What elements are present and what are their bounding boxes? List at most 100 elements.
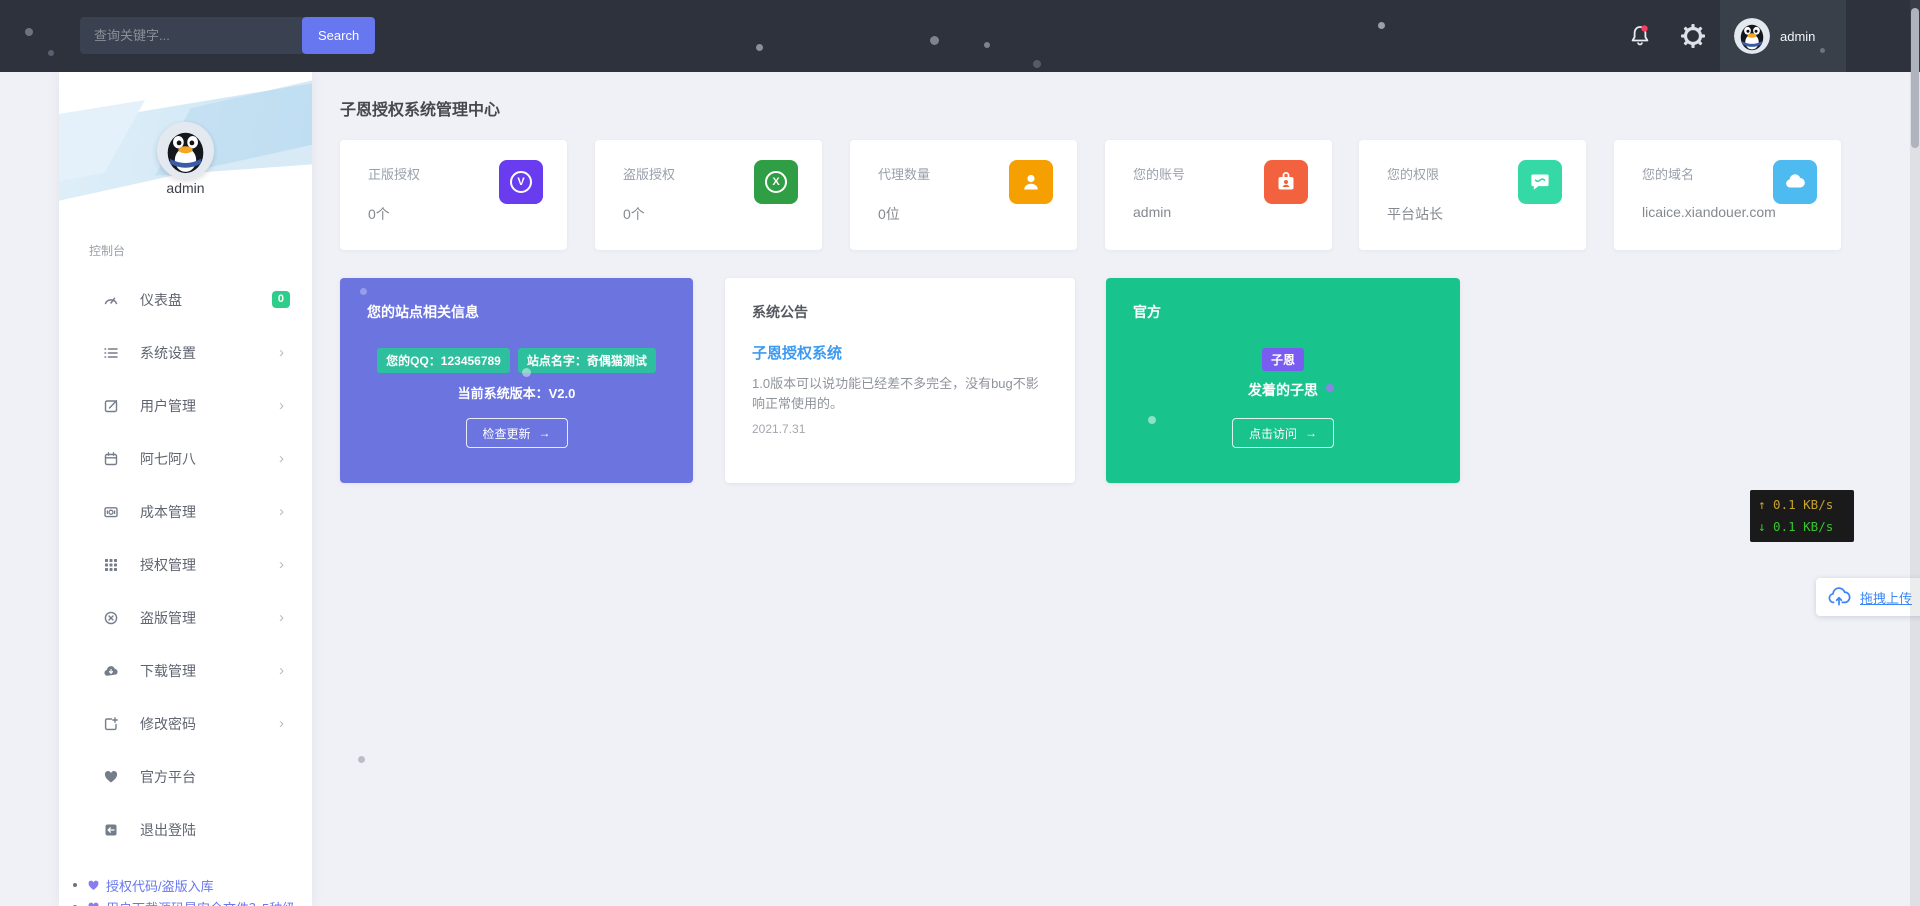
chat-bubble-icon [1518,160,1562,204]
particle-dot [756,44,763,51]
sidebar-item-change-password[interactable]: 修改密码 [59,697,312,750]
particle-dot [1378,22,1385,29]
visit-button[interactable]: 点击访问 → [1232,418,1334,448]
sidebar-item-label: 修改密码 [140,714,196,734]
bell-icon[interactable] [1627,23,1653,49]
search-input[interactable] [80,17,304,54]
stat-value: 平台站长 [1387,204,1443,224]
stat-label: 您的域名 [1642,164,1694,183]
announcement-link[interactable]: 子恩授权系统 [752,342,842,363]
particle-dot [48,50,54,56]
particle-dot [1820,48,1825,53]
sidebar-username: admin [59,180,312,196]
sidebar-item-license-management[interactable]: 授权管理 [59,538,312,591]
sidebar-item-logout[interactable]: 退出登陆 [59,803,312,856]
check-update-button[interactable]: 检查更新 → [465,418,567,448]
stat-value: admin [1133,204,1171,220]
arrow-right-icon: → [539,426,551,440]
sidebar: admin 控制台 仪表盘 0 系统设置 用户管理 阿七阿八 成本管理 [59,72,312,906]
sidebar-item-label: 用户管理 [140,396,196,416]
announcement-body: 1.0版本可以说功能已经差不多完全，没有bug不影响正常使用的。 [752,374,1050,414]
stat-value: 0个 [623,204,645,224]
chevron-right-icon [279,345,284,360]
particle-dot [984,42,990,48]
qq-penguin-avatar-large[interactable] [157,122,214,179]
drag-upload-widget[interactable]: 拖拽上传 [1816,578,1920,616]
stat-label: 您的权限 [1387,164,1439,183]
upload-speed: ↑ 0.1 KB/s [1758,494,1854,516]
banknote-icon [103,504,119,520]
cloud-icon [1773,160,1817,204]
stat-card-pirated-license: 盗版授权 0个 X [595,140,822,250]
network-speed-overlay: ↑ 0.1 KB/s ↓ 0.1 KB/s [1750,490,1854,542]
gear-icon[interactable] [1680,23,1706,49]
download-speed: ↓ 0.1 KB/s [1758,516,1854,538]
gauge-icon [103,292,119,308]
official-subtitle: 发着的子思 [1106,380,1460,400]
announcement-card: 系统公告 子恩授权系统 1.0版本可以说功能已经差不多完全，没有bug不影响正常… [725,278,1075,483]
qq-penguin-avatar [1734,18,1770,54]
sidebar-item-official-platform[interactable]: 官方平台 [59,750,312,803]
stat-card-domain: 您的域名 licaice.xiandouer.com [1614,140,1841,250]
card-title: 官方 [1133,302,1161,322]
sidebar-item-download-management[interactable]: 下载管理 [59,644,312,697]
card-title: 系统公告 [752,302,808,322]
sidebar-item-label: 仪表盘 [140,290,182,310]
sidebar-item-piracy-management[interactable]: 盗版管理 [59,591,312,644]
button-label: 检查更新 [482,425,530,442]
x-circle-icon: X [754,160,798,204]
sidebar-item-cost-management[interactable]: 成本管理 [59,485,312,538]
stat-label: 正版授权 [368,164,420,183]
id-badge-icon [1264,160,1308,204]
stat-value: licaice.xiandouer.com [1642,204,1776,220]
sidebar-section-label: 控制台 [89,242,125,259]
grid-icon [103,557,119,573]
password-edit-icon [103,716,119,732]
arrow-right-icon: → [1305,426,1317,440]
stat-card-genuine-license: 正版授权 0个 V [340,140,567,250]
scrollbar-thumb[interactable] [1911,8,1919,148]
stat-value: 0位 [878,204,900,224]
sidebar-item-label: 退出登陆 [140,820,196,840]
edit-square-icon [103,398,119,414]
button-label: 点击访问 [1249,425,1297,442]
sidebar-item-label: 下载管理 [140,661,196,681]
stat-card-account: 您的账号 admin [1105,140,1332,250]
notification-dot [1641,25,1647,31]
sidebar-item-label: 成本管理 [140,502,196,522]
stat-label: 您的账号 [1133,164,1185,183]
logout-icon [103,822,119,838]
site-info-card: 您的站点相关信息 您的QQ：123456789 站点名字：奇偶猫测试 当前系统版… [340,278,693,483]
stat-label: 盗版授权 [623,164,675,183]
system-version: 当前系统版本：V2.0 [340,383,693,402]
particle-dot [360,288,367,295]
stat-card-permission: 您的权限 平台站长 [1359,140,1586,250]
chevron-right-icon [279,663,284,678]
chevron-right-icon [279,716,284,731]
qq-badge: 您的QQ：123456789 [377,348,510,373]
search-button[interactable]: Search [302,17,375,54]
sidebar-item-label: 盗版管理 [140,608,196,628]
stat-label: 代理数量 [878,164,930,183]
footer-link-license-code[interactable]: 授权代码/盗版入库 [73,874,312,896]
sidebar-item-system-settings[interactable]: 系统设置 [59,326,312,379]
card-title: 您的站点相关信息 [367,302,479,322]
scrollbar-track[interactable] [1910,0,1920,906]
particle-dot [25,28,33,36]
count-badge: 0 [272,291,290,308]
sidebar-item-user-management[interactable]: 用户管理 [59,379,312,432]
sidebar-item-dashboard[interactable]: 仪表盘 0 [59,273,312,326]
username-label: admin [1780,29,1815,44]
particle-dot [1148,416,1156,424]
footer-link-download-safety[interactable]: 用户下载源码是安全文件？5种级 [73,896,312,906]
particle-dot [1326,384,1334,392]
v-circle-icon: V [499,160,543,204]
sidebar-item-label: 阿七阿八 [140,449,196,469]
purple-heart-icon [87,879,100,892]
user-menu[interactable]: admin [1720,0,1846,72]
particle-dot [1033,60,1041,68]
chevron-right-icon [279,557,284,572]
official-card: 官方 子恩 发着的子思 点击访问 → [1106,278,1460,483]
sidebar-item-label: 官方平台 [140,767,196,787]
sidebar-item-aqi-aba[interactable]: 阿七阿八 [59,432,312,485]
